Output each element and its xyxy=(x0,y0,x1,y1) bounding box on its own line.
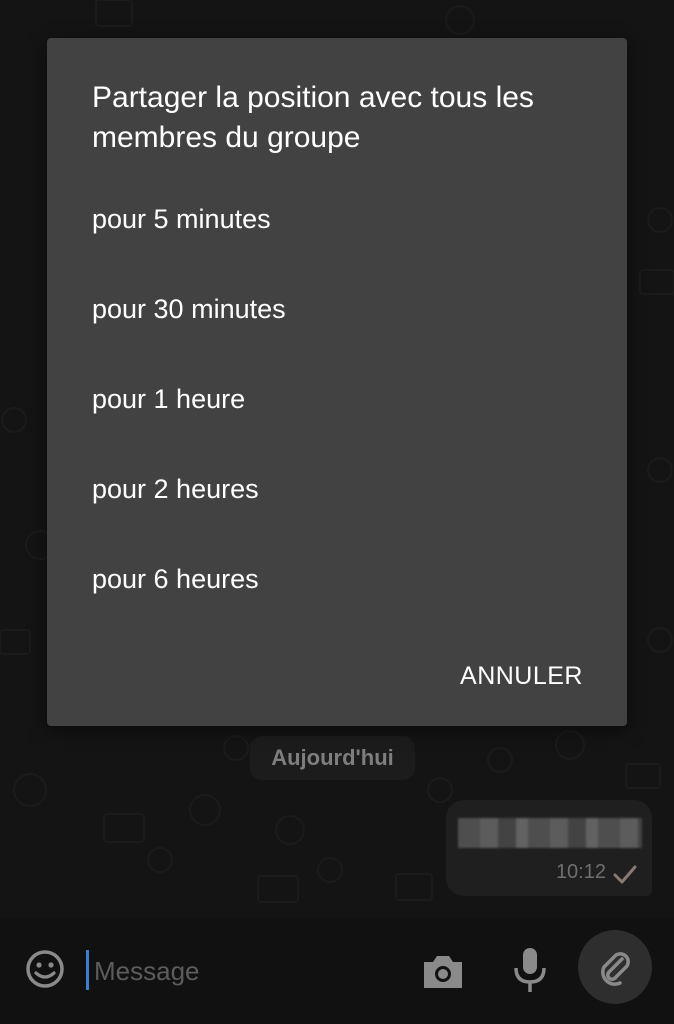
emoji-icon[interactable] xyxy=(24,948,66,990)
attach-button[interactable] xyxy=(578,930,652,1004)
microphone-icon[interactable] xyxy=(512,946,548,994)
single-check-icon xyxy=(613,865,637,884)
option-2-hours[interactable]: pour 2 heures xyxy=(92,461,572,517)
option-1-hour[interactable]: pour 1 heure xyxy=(92,371,572,427)
option-6-hours[interactable]: pour 6 heures xyxy=(92,551,572,607)
message-input-bar xyxy=(0,918,674,1024)
outgoing-message-bubble[interactable]: 10:12 xyxy=(446,800,652,896)
dialog-title: Partager la position avec tous les membr… xyxy=(92,81,534,154)
share-location-dialog: Partager la position avec tous les membr… xyxy=(47,38,627,726)
date-chip: Aujourd'hui xyxy=(250,736,415,780)
message-time: 10:12 xyxy=(555,861,606,883)
message-input[interactable] xyxy=(92,948,396,994)
blurred-message-text xyxy=(458,818,642,848)
option-5-minutes[interactable]: pour 5 minutes xyxy=(92,191,572,247)
paperclip-icon xyxy=(601,952,630,986)
option-30-minutes[interactable]: pour 30 minutes xyxy=(92,281,572,337)
cancel-button[interactable]: ANNULER xyxy=(460,654,583,698)
text-cursor xyxy=(86,950,89,990)
camera-icon[interactable] xyxy=(420,950,466,992)
